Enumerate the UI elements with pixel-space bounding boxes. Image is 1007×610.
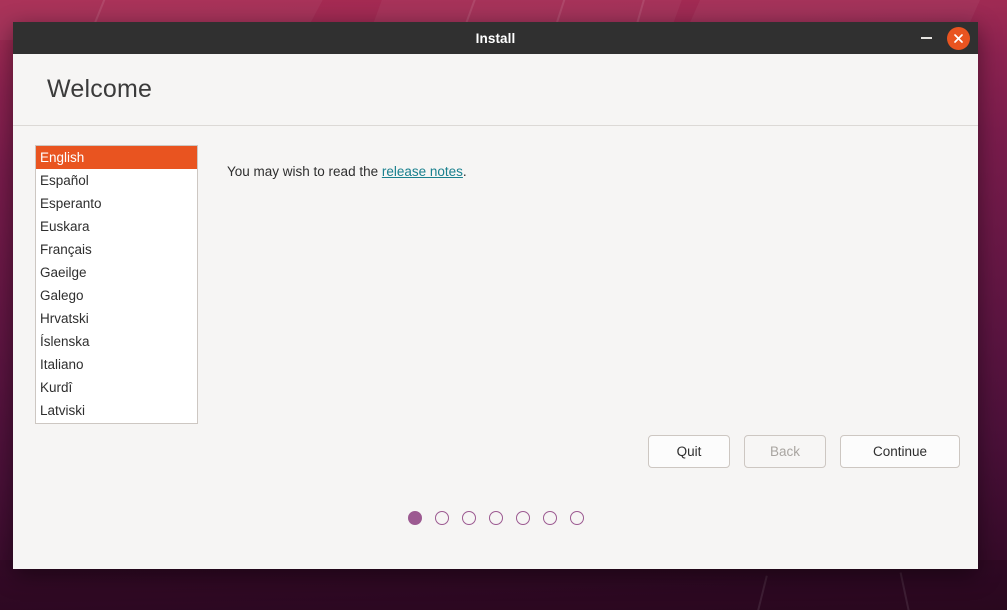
page-title: Welcome bbox=[47, 75, 153, 103]
language-item[interactable]: Italiano bbox=[36, 353, 197, 376]
release-notes-link[interactable]: release notes bbox=[382, 164, 463, 179]
language-item[interactable]: Íslenska bbox=[36, 330, 197, 353]
continue-button[interactable]: Continue bbox=[840, 435, 960, 468]
quit-button[interactable]: Quit bbox=[648, 435, 730, 468]
language-item[interactable]: Galego bbox=[36, 284, 197, 307]
release-notes-suffix: . bbox=[462, 164, 467, 179]
language-list[interactable]: English Español Esperanto Euskara Français Ga… bbox=[35, 145, 198, 424]
language-item[interactable]: Español bbox=[36, 169, 197, 192]
progress-dot[interactable] bbox=[461, 511, 476, 525]
language-item[interactable]: Gaeilge bbox=[36, 261, 197, 284]
progress-dot[interactable] bbox=[407, 511, 422, 525]
page-header: Welcome bbox=[13, 54, 978, 126]
progress-dot[interactable] bbox=[515, 511, 530, 525]
language-item[interactable]: Français bbox=[36, 238, 197, 261]
language-item[interactable]: Latviski bbox=[36, 399, 197, 422]
progress-dot[interactable] bbox=[434, 511, 449, 525]
progress-indicator bbox=[13, 511, 978, 525]
progress-dot[interactable] bbox=[488, 511, 503, 525]
window-title: Install bbox=[475, 30, 516, 46]
close-icon[interactable] bbox=[947, 26, 970, 50]
language-item[interactable]: Hrvatski bbox=[36, 307, 197, 330]
page-body: English Español Esperanto Euskara Français Ga… bbox=[13, 126, 978, 569]
language-item[interactable]: Esperanto bbox=[36, 192, 197, 215]
progress-dot[interactable] bbox=[542, 511, 557, 525]
window-titlebar[interactable]: Install bbox=[13, 22, 978, 54]
back-button: Back bbox=[744, 435, 826, 468]
window-controls bbox=[915, 22, 970, 54]
release-notes-pane: You may wish to read the release notes. bbox=[227, 164, 954, 179]
progress-dot[interactable] bbox=[569, 511, 584, 525]
release-notes-line: You may wish to read the release notes. bbox=[227, 164, 954, 179]
installer-window: Install Welcome English Español Esperanto E… bbox=[13, 22, 978, 569]
minimize-icon[interactable] bbox=[915, 27, 937, 49]
language-item[interactable]: Euskara bbox=[36, 215, 197, 238]
language-item[interactable]: Kurdî bbox=[36, 376, 197, 399]
navigation-buttons: Quit Back Continue bbox=[648, 435, 960, 468]
release-notes-prefix: You may wish to read the bbox=[227, 164, 382, 179]
language-item[interactable]: English bbox=[36, 146, 197, 169]
